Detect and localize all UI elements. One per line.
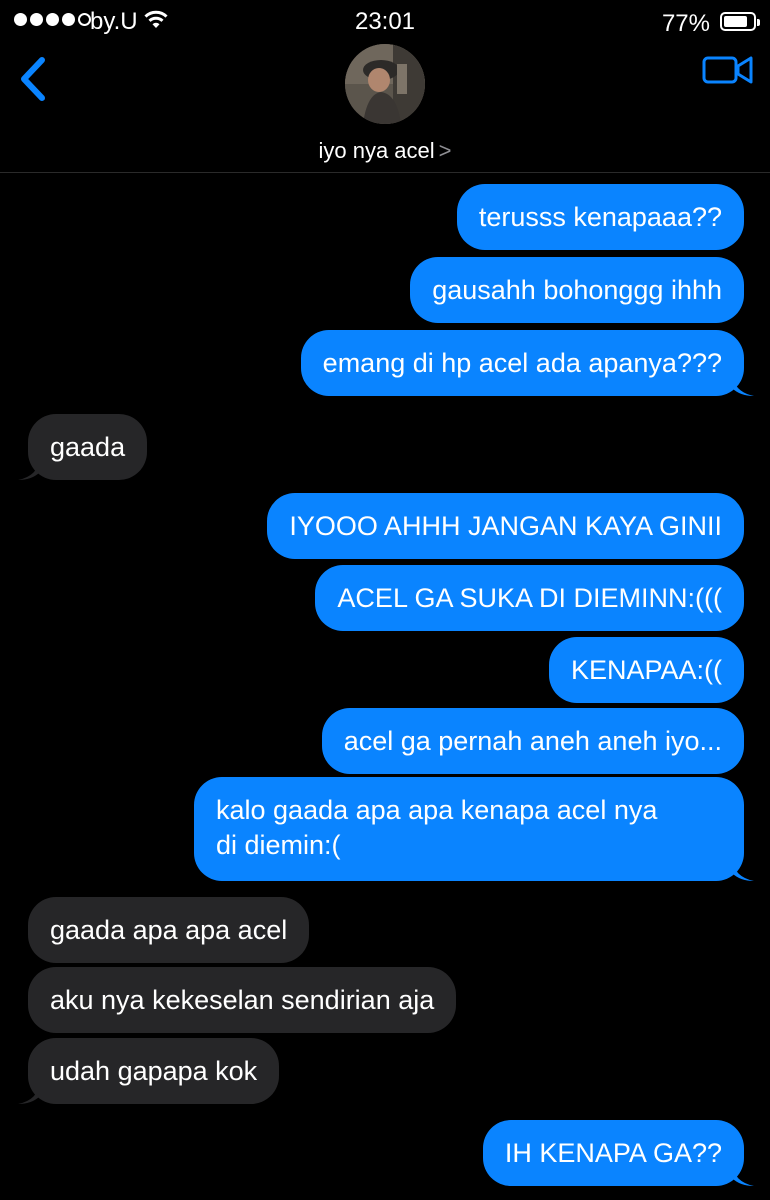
battery-percent: 77% (661, 10, 710, 37)
message-text: emang di hp acel ada apanya??? (322, 348, 722, 378)
bubble-tail (732, 859, 754, 881)
message-text: aku nya kekeselan sendirian aja (50, 985, 435, 1015)
message-bubble-incoming[interactable]: gaada apa apa acel (28, 897, 310, 963)
battery-icon (720, 12, 760, 31)
message-bubble-outgoing[interactable]: IYOOO AHHH JANGAN KAYA GINII (267, 493, 744, 559)
message-bubble-outgoing[interactable]: KENAPAA:(( (548, 637, 744, 703)
message-text: IYOOO AHHH JANGAN KAYA GINII (289, 511, 722, 541)
message-bubble-incoming[interactable]: aku nya kekeselan sendirian aja (28, 967, 457, 1033)
message-bubble-outgoing[interactable]: gausahh bohonggg ihhh (410, 257, 744, 323)
message-text: udah gapapa kok (50, 1056, 258, 1086)
bubble-tail (732, 1164, 754, 1186)
message-text: ACEL GA SUKA DI DIEMINN:((( (337, 583, 722, 613)
message-text: KENAPAA:(( (570, 655, 722, 685)
message-bubble-outgoing[interactable]: terusss kenapaaa?? (456, 184, 744, 250)
message-text: kalo gaada apa apa kenapa acel nya (216, 795, 658, 825)
bubble-tail (18, 458, 40, 480)
message-text: acel ga pernah aneh aneh iyo... (343, 726, 722, 756)
conversation-header: iyo nya acel > (0, 44, 770, 173)
message-text: terusss kenapaaa?? (478, 202, 722, 232)
message-bubble-incoming[interactable]: udah gapapa kok (28, 1038, 280, 1104)
message-bubble-outgoing[interactable]: kalo gaada apa apa kenapa acel nya di di… (194, 777, 744, 881)
avatar[interactable] (345, 44, 425, 124)
bubble-tail (18, 1082, 40, 1104)
message-bubble-outgoing[interactable]: ACEL GA SUKA DI DIEMINN:((( (315, 565, 744, 631)
message-text: gaada apa apa acel (50, 915, 288, 945)
contact-name: iyo nya acel (318, 138, 435, 163)
status-bar: by.U 23:01 77% (0, 0, 770, 44)
message-text: IH KENAPA GA?? (504, 1138, 722, 1168)
chevron-left-icon[interactable] (14, 54, 54, 104)
video-camera-icon[interactable] (702, 52, 754, 88)
message-bubble-outgoing[interactable]: IH KENAPA GA?? (482, 1120, 744, 1186)
contact-name-button[interactable]: iyo nya acel > (0, 138, 770, 164)
message-bubble-outgoing[interactable]: acel ga pernah aneh aneh iyo... (321, 708, 744, 774)
status-time: 23:01 (354, 8, 416, 35)
bubble-tail (732, 374, 754, 396)
message-bubble-outgoing[interactable]: emang di hp acel ada apanya??? (300, 330, 744, 396)
message-text: gaada (50, 432, 126, 462)
message-text: gausahh bohonggg ihhh (432, 275, 722, 305)
message-bubble-incoming[interactable]: gaada (28, 414, 148, 480)
message-text-line2: di diemin:( (216, 830, 341, 860)
chevron-right-icon: > (438, 138, 452, 163)
